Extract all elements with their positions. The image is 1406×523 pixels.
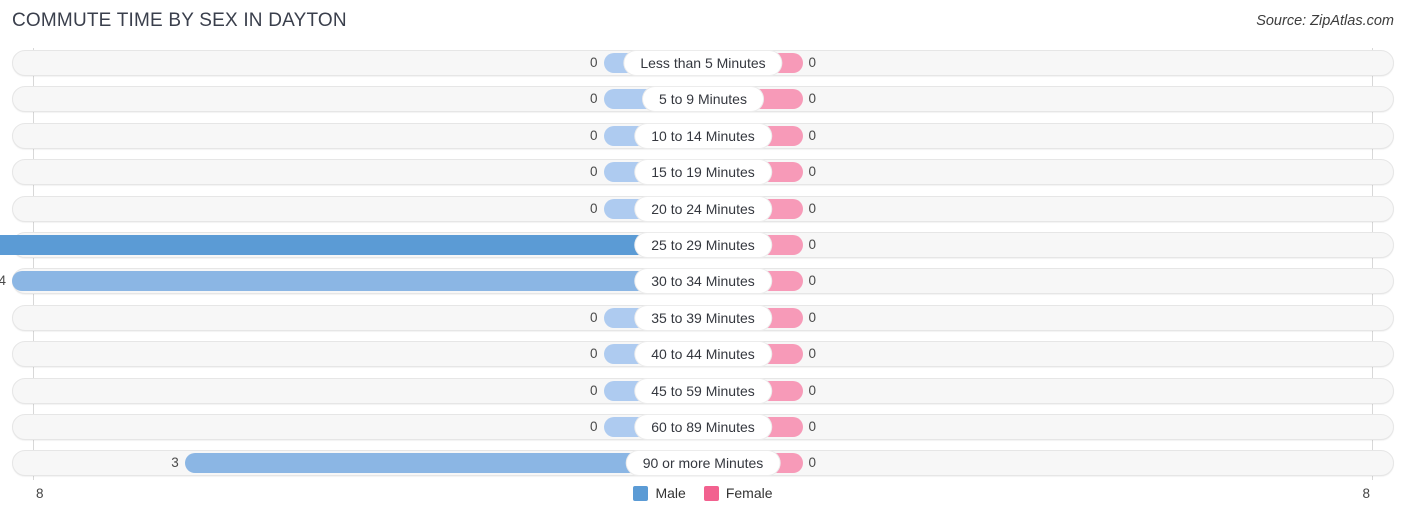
category-label: 30 to 34 Minutes xyxy=(635,269,771,294)
female-value-label: 0 xyxy=(808,309,817,325)
category-label: 40 to 44 Minutes xyxy=(635,342,771,367)
legend-label: Male xyxy=(655,485,686,501)
bar-row: 3 0 90 or more Minutes xyxy=(12,448,1394,478)
male-value-label: 0 xyxy=(589,382,598,398)
bar-row: 0 0 Less than 5 Minutes xyxy=(12,48,1394,78)
female-value-label: 0 xyxy=(808,382,817,398)
male-bar xyxy=(184,453,703,474)
bar-row: 0 0 35 to 39 Minutes xyxy=(12,303,1394,333)
female-value-label: 0 xyxy=(808,237,817,252)
category-label: 15 to 19 Minutes xyxy=(635,160,771,185)
male-bar xyxy=(0,235,703,255)
male-bar xyxy=(12,271,703,292)
bar-row: 0 0 45 to 59 Minutes xyxy=(12,376,1394,406)
category-label: 60 to 89 Minutes xyxy=(635,415,771,439)
category-label: 35 to 39 Minutes xyxy=(635,305,771,330)
male-value-label: 0 xyxy=(589,200,598,216)
female-value-label: 0 xyxy=(808,200,817,216)
chart-header: COMMUTE TIME BY SEX IN DAYTON Source: Zi… xyxy=(0,0,1406,44)
male-value-label: 0 xyxy=(589,419,598,434)
bar-row: 0 0 5 to 9 Minutes xyxy=(12,84,1394,114)
source-attribution: Source: ZipAtlas.com xyxy=(1256,13,1394,29)
bar-row: 0 0 40 to 44 Minutes xyxy=(12,339,1394,369)
female-value-label: 0 xyxy=(808,346,817,362)
category-label: 20 to 24 Minutes xyxy=(635,196,771,221)
legend-item[interactable]: Female xyxy=(703,485,773,501)
chart-page: COMMUTE TIME BY SEX IN DAYTON Source: Zi… xyxy=(0,0,1406,523)
male-value-label: 0 xyxy=(589,164,598,180)
female-value-label: 0 xyxy=(808,164,817,180)
legend-item[interactable]: Male xyxy=(633,485,686,501)
male-value-label: 0 xyxy=(589,127,598,143)
diverging-bar-plot: 0 0 Less than 5 Minutes 0 0 5 to 9 Minutes 0 0 1… xyxy=(0,48,1406,480)
bar-row: 0 0 60 to 89 Minutes xyxy=(12,412,1394,442)
legend-swatch-icon xyxy=(633,485,649,501)
female-value-label: 0 xyxy=(808,455,817,471)
category-label: 10 to 14 Minutes xyxy=(635,123,771,148)
male-value-label: 4 xyxy=(0,273,6,289)
bar-row: 4 0 30 to 34 Minutes xyxy=(0,266,1394,296)
category-label: 90 or more Minutes xyxy=(626,451,780,476)
category-label: 25 to 29 Minutes xyxy=(635,233,771,257)
female-value-label: 0 xyxy=(808,91,817,107)
bar-row: 0 0 10 to 14 Minutes xyxy=(12,121,1394,151)
female-value-label: 0 xyxy=(808,55,817,70)
female-value-label: 0 xyxy=(808,419,817,434)
female-value-label: 0 xyxy=(808,273,817,289)
male-value-label: 0 xyxy=(589,309,598,325)
chart-legend: Male Female xyxy=(0,485,1406,501)
legend-label: Female xyxy=(725,485,773,501)
bar-row: 7025 to 29 Minutes xyxy=(0,230,1394,260)
male-value-label: 0 xyxy=(589,91,598,107)
category-label: Less than 5 Minutes xyxy=(624,51,782,75)
female-value-label: 0 xyxy=(808,127,817,143)
male-value-label: 0 xyxy=(589,346,598,362)
chart-footer: 8 8 Male Female xyxy=(0,480,1406,523)
page-title: COMMUTE TIME BY SEX IN DAYTON xyxy=(12,10,347,31)
bar-row: 0 0 20 to 24 Minutes xyxy=(12,194,1394,224)
category-label: 5 to 9 Minutes xyxy=(643,87,763,112)
male-value-label: 3 xyxy=(171,455,179,471)
bar-row: 0 0 15 to 19 Minutes xyxy=(12,157,1394,187)
legend-swatch-icon xyxy=(703,485,719,501)
category-label: 45 to 59 Minutes xyxy=(635,378,771,403)
male-value-label: 0 xyxy=(589,55,598,70)
